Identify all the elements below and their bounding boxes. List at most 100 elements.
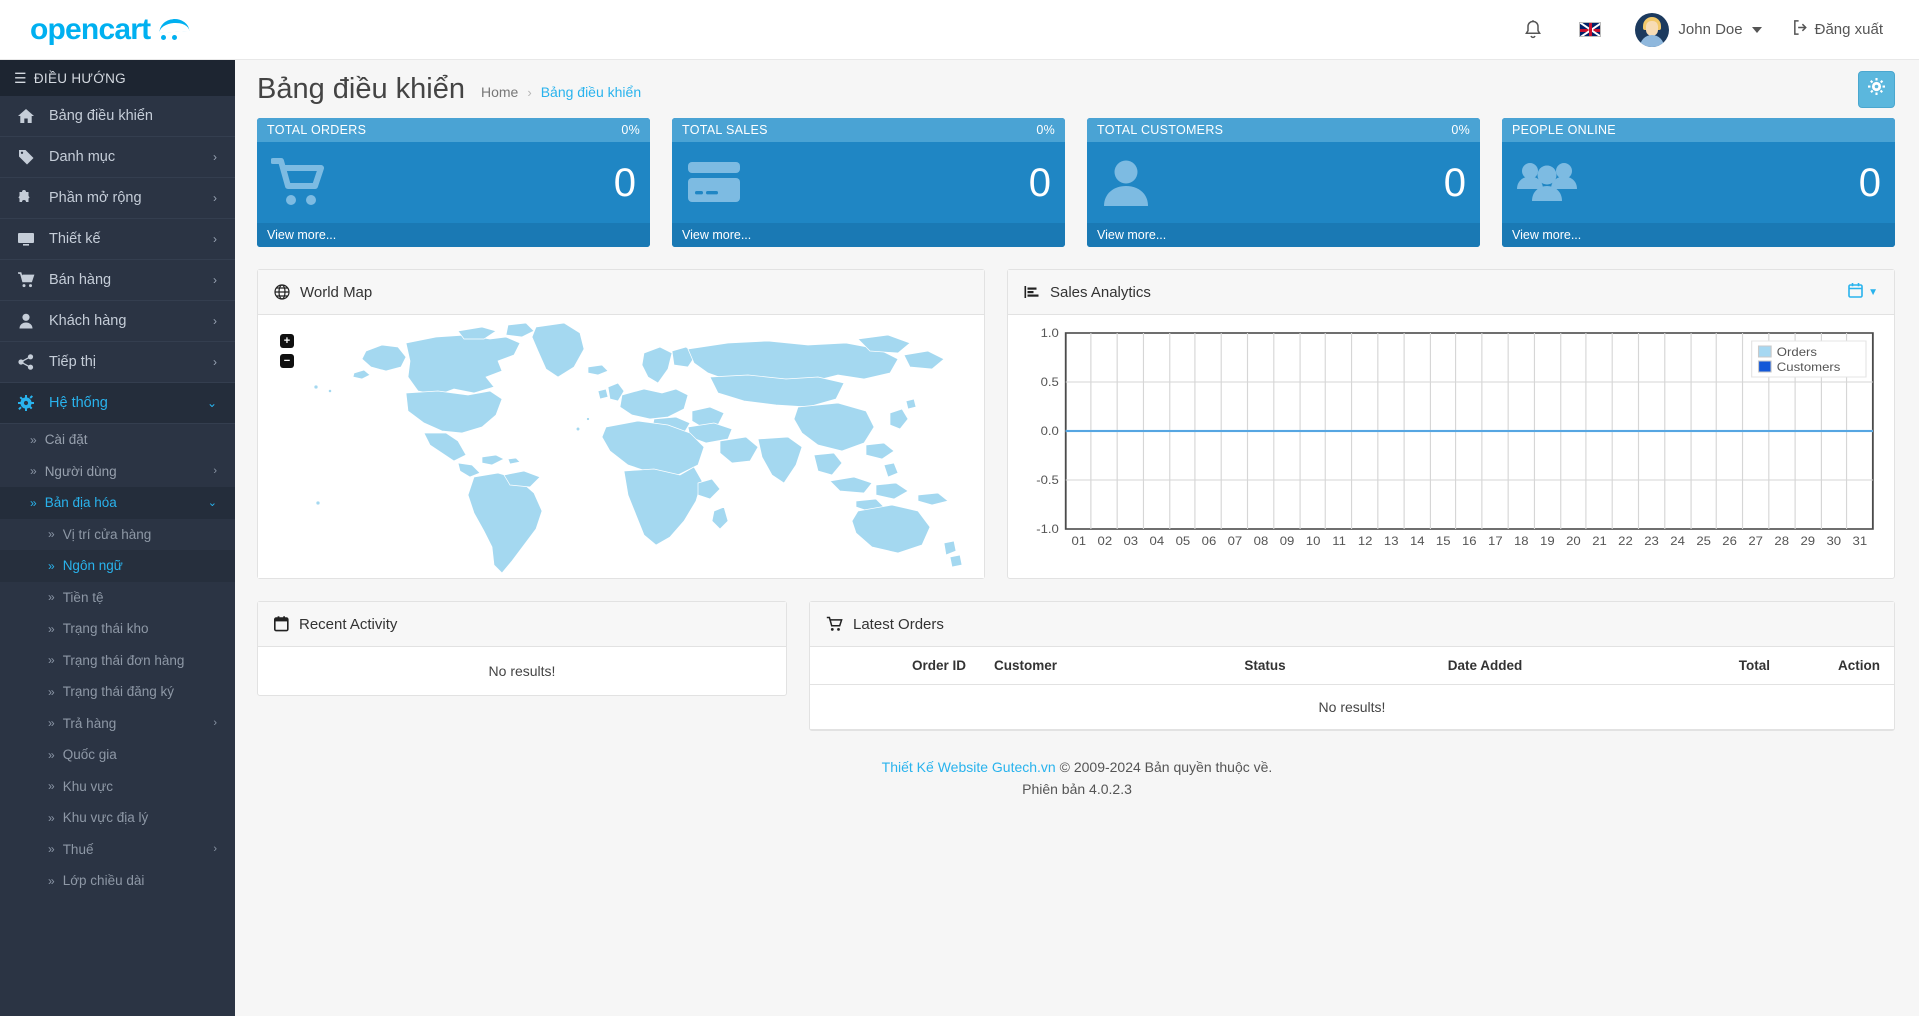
monitor-icon xyxy=(18,231,40,247)
stat-card-total-sales[interactable]: TOTAL SALES 0% 0 View more... xyxy=(672,118,1065,247)
sidebar-item-taxes[interactable]: » Thuế › xyxy=(0,833,235,865)
sidebar-label: Khu vực địa lý xyxy=(62,810,149,826)
world-map-graphic xyxy=(313,322,963,574)
sidebar-item-catalog[interactable]: Danh mục › xyxy=(0,137,235,178)
table-body: No results! xyxy=(810,684,1894,730)
sidebar-arrow: ⌄ xyxy=(206,396,217,410)
double-chevron-icon: » xyxy=(48,684,55,699)
user-menu[interactable]: John Doe xyxy=(1619,0,1777,60)
sales-analytics-chart[interactable]: 1.0 0.5 0.0 -0.5 -1.0 01 02 03 04 05 06 07 08 09… xyxy=(1008,315,1894,578)
logout-button[interactable]: Đăng xuất xyxy=(1778,0,1897,60)
sidebar-item-dashboard[interactable]: Bảng điều khiển xyxy=(0,96,235,137)
sidebar-item-design[interactable]: Thiết kế › xyxy=(0,219,235,260)
breadcrumb-separator: › xyxy=(527,84,532,100)
sidebar-item-customers[interactable]: Khách hàng › xyxy=(0,301,235,342)
chevron-down-icon xyxy=(1751,26,1762,33)
sidebar[interactable]: ☰ ĐIỀU HƯỚNG Bảng điều khiển Danh mục › … xyxy=(0,60,235,1016)
top-header: opencart John Doe Đăng xuất xyxy=(0,0,1919,60)
x-tick-label: 07 xyxy=(1228,535,1243,548)
sidebar-label: Trạng thái đơn hàng xyxy=(62,652,185,668)
person-icon xyxy=(1101,159,1151,207)
date-range-selector[interactable]: ▼ xyxy=(1848,282,1878,302)
sidebar-item-zones[interactable]: » Khu vực xyxy=(0,770,235,802)
sidebar-arrow: › xyxy=(213,843,217,856)
bar-chart-icon xyxy=(1024,284,1040,300)
sidebar-label: Người dùng xyxy=(44,463,117,479)
chart-legend: Orders Customers xyxy=(1751,340,1867,378)
column-total: Total xyxy=(1600,647,1784,685)
column-order-id: Order ID xyxy=(810,647,980,685)
sidebar-item-localisation[interactable]: » Bản địa hóa ⌄ xyxy=(0,487,235,519)
sidebar-item-languages[interactable]: » Ngôn ngữ xyxy=(0,550,235,582)
sidebar-item-countries[interactable]: » Quốc gia xyxy=(0,739,235,771)
double-chevron-icon: » xyxy=(48,621,55,636)
breadcrumb-home[interactable]: Home xyxy=(481,84,518,100)
x-tick-label: 03 xyxy=(1123,535,1138,548)
stat-card-people-online[interactable]: PEOPLE ONLINE 0 View more... xyxy=(1502,118,1895,247)
card-view-more-link[interactable]: View more... xyxy=(1502,223,1895,247)
card-body: 0 xyxy=(1087,142,1480,223)
latest-orders-panel: Latest Orders Order ID Customer Status D… xyxy=(809,601,1895,731)
footer-link[interactable]: Thiết Kế Website Gutech.vn xyxy=(882,759,1056,775)
double-chevron-icon: » xyxy=(30,432,37,447)
card-view-more-link[interactable]: View more... xyxy=(1087,223,1480,247)
y-tick-label: 1.0 xyxy=(1041,327,1059,340)
card-footer-label: View more... xyxy=(1097,228,1167,242)
breadcrumb-current[interactable]: Bảng điều khiển xyxy=(541,84,641,100)
sidebar-arrow: › xyxy=(213,465,217,478)
x-tick-label: 01 xyxy=(1071,535,1086,548)
nav-header: ☰ ĐIỀU HƯỚNG xyxy=(0,60,235,96)
card-title: TOTAL ORDERS xyxy=(267,123,367,137)
card-value: 0 xyxy=(1858,160,1881,205)
sidebar-label: Danh mục xyxy=(49,149,116,165)
sidebar-item-currencies[interactable]: » Tiền tệ xyxy=(0,581,235,613)
sidebar-label: Thuế xyxy=(62,841,94,857)
card-footer-label: View more... xyxy=(682,228,752,242)
logo-swoosh-icon xyxy=(157,17,191,43)
y-tick-label: -1.0 xyxy=(1036,523,1059,536)
sidebar-item-extensions[interactable]: Phần mở rộng › xyxy=(0,178,235,219)
brand-logo[interactable]: opencart xyxy=(0,14,235,45)
x-tick-label: 22 xyxy=(1618,535,1633,548)
sidebar-item-returns[interactable]: » Trả hàng › xyxy=(0,707,235,739)
language-selector[interactable] xyxy=(1561,0,1619,60)
sidebar-item-subscription-statuses[interactable]: » Trạng thái đăng ký xyxy=(0,676,235,708)
sidebar-label: Hệ thống xyxy=(49,395,108,411)
card-view-more-link[interactable]: View more... xyxy=(672,223,1065,247)
sidebar-item-users[interactable]: » Người dùng › xyxy=(0,455,235,487)
sidebar-item-length-classes[interactable]: » Lớp chiều dài xyxy=(0,865,235,897)
sidebar-item-geo-zones[interactable]: » Khu vực địa lý xyxy=(0,802,235,834)
dashboard-settings-button[interactable] xyxy=(1858,70,1895,108)
sidebar-item-system[interactable]: Hệ thống ⌄ xyxy=(0,383,235,424)
footer-version: Phiên bản 4.0.2.3 xyxy=(1022,780,1132,797)
card-value: 0 xyxy=(613,160,636,205)
nav-header-label: ĐIỀU HƯỚNG xyxy=(33,70,126,86)
shopping-cart-icon xyxy=(271,157,327,208)
stat-card-total-orders[interactable]: TOTAL ORDERS 0% 0 View more... xyxy=(257,118,650,247)
world-map-panel: World Map + − xyxy=(257,269,985,579)
sidebar-label: Tiếp thị xyxy=(49,354,97,370)
card-value: 0 xyxy=(1443,160,1466,205)
card-view-more-link[interactable]: View more... xyxy=(257,223,650,247)
x-tick-label: 29 xyxy=(1800,535,1815,548)
table-header-row: Order ID Customer Status Date Added Tota… xyxy=(810,647,1894,685)
x-tick-label: 18 xyxy=(1514,535,1529,548)
x-tick-label: 23 xyxy=(1644,535,1659,548)
notifications-button[interactable] xyxy=(1505,0,1561,60)
hamburger-icon: ☰ xyxy=(14,70,27,86)
stat-card-total-customers[interactable]: TOTAL CUSTOMERS 0% 0 View more... xyxy=(1087,118,1480,247)
sidebar-item-store-location[interactable]: » Vị trí cửa hàng xyxy=(0,518,235,550)
sidebar-label: Trả hàng xyxy=(62,715,117,731)
x-tick-label: 21 xyxy=(1592,535,1607,548)
sidebar-item-sales[interactable]: Bán hàng › xyxy=(0,260,235,301)
x-tick-label: 13 xyxy=(1384,535,1399,548)
avatar xyxy=(1635,12,1670,47)
double-chevron-icon: » xyxy=(48,653,55,668)
sidebar-item-marketing[interactable]: Tiếp thị › xyxy=(0,342,235,383)
sidebar-item-order-statuses[interactable]: » Trạng thái đơn hàng xyxy=(0,644,235,676)
sidebar-item-settings[interactable]: » Cài đặt xyxy=(0,424,235,456)
sidebar-item-stock-statuses[interactable]: » Trạng thái kho xyxy=(0,613,235,645)
world-map-body[interactable]: + − xyxy=(258,315,984,578)
double-chevron-icon: » xyxy=(48,779,55,794)
chevron-down-icon: ▼ xyxy=(1868,286,1878,298)
